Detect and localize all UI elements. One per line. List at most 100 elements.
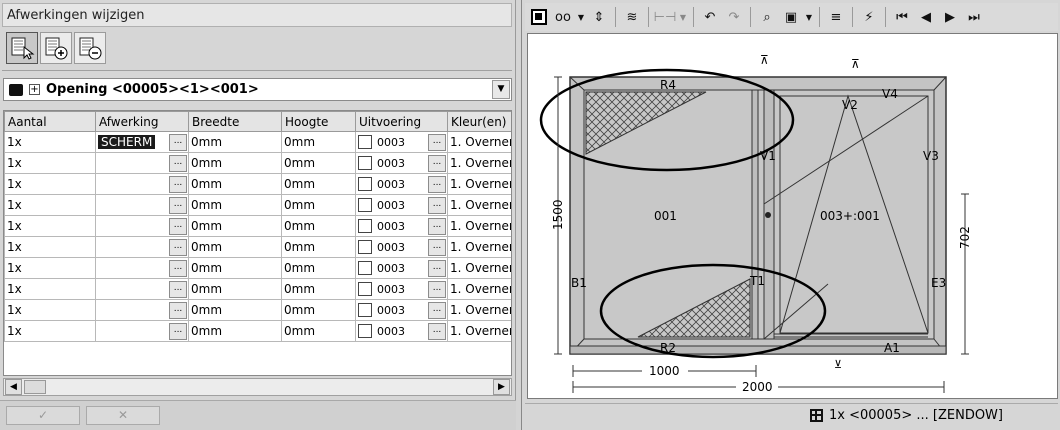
table-row[interactable]: 1x... 0mm 0mm 0003... 1. Overner	[4, 173, 511, 195]
cell-afwerking[interactable]: ...	[95, 299, 189, 321]
uitvoering-checkbox[interactable]	[358, 303, 372, 317]
table-row[interactable]: 1x... 0mm 0mm 0003... 1. Overner	[4, 257, 511, 279]
cell-aantal[interactable]: 1x	[4, 215, 96, 237]
afwerking-browse-button[interactable]: ...	[169, 154, 187, 172]
cell-uitvoering[interactable]: 0003...	[355, 320, 448, 342]
cell-aantal[interactable]: 1x	[4, 257, 96, 279]
cell-aantal[interactable]: 1x	[4, 152, 96, 174]
column-header-aantal[interactable]: Aantal	[4, 111, 96, 132]
cell-breedte[interactable]: 0mm	[188, 299, 282, 321]
last-button[interactable]: ⏭	[962, 6, 986, 28]
layers-button[interactable]: ≋	[620, 6, 644, 28]
cell-kleur[interactable]: 1. Overner	[447, 257, 511, 279]
cell-breedte[interactable]: 0mm	[188, 320, 282, 342]
uitvoering-checkbox[interactable]	[358, 324, 372, 338]
uitvoering-checkbox[interactable]	[358, 282, 372, 296]
column-header-breedte[interactable]: Breedte	[188, 111, 282, 132]
uitvoering-browse-button[interactable]: ...	[428, 280, 446, 298]
uitvoering-browse-button[interactable]: ...	[428, 133, 446, 151]
dropdown-arrow-icon[interactable]: ▼	[677, 6, 689, 28]
uitvoering-browse-button[interactable]: ...	[428, 175, 446, 193]
cell-kleur[interactable]: 1. Overner	[447, 173, 511, 195]
cell-hoogte[interactable]: 0mm	[281, 152, 356, 174]
cell-uitvoering[interactable]: 0003...	[355, 299, 448, 321]
uitvoering-checkbox[interactable]	[358, 198, 372, 212]
cell-afwerking[interactable]: ...	[95, 278, 189, 300]
cell-afwerking[interactable]: ...	[95, 257, 189, 279]
cell-breedte[interactable]: 0mm	[188, 194, 282, 216]
cell-uitvoering[interactable]: 0003...	[355, 215, 448, 237]
afwerking-browse-button[interactable]: ...	[169, 301, 187, 319]
cell-kleur[interactable]: 1. Overner	[447, 320, 511, 342]
column-header-afwerking[interactable]: Afwerking	[95, 111, 189, 132]
cell-breedte[interactable]: 0mm	[188, 173, 282, 195]
window-drawing-canvas[interactable]: ⊼ ⊼ ⊻ R4 V4 V1 V3 B1 E3 T1 R2 V2 A1 001 …	[527, 33, 1058, 399]
glasses-button[interactable]: oo	[551, 6, 575, 28]
cell-hoogte[interactable]: 0mm	[281, 131, 356, 153]
cell-afwerking[interactable]: ...	[95, 215, 189, 237]
table-row[interactable]: 1x... 0mm 0mm 0003... 1. Overner	[4, 278, 511, 300]
uitvoering-checkbox[interactable]	[358, 261, 372, 275]
cell-aantal[interactable]: 1x	[4, 131, 96, 153]
cell-breedte[interactable]: 0mm	[188, 131, 282, 153]
cell-uitvoering[interactable]: 0003...	[355, 131, 448, 153]
table-row[interactable]: 1x SCHERM... 0mm 0mm 0003... 1. Overner	[4, 131, 511, 153]
cell-afwerking[interactable]: ...	[95, 173, 189, 195]
next-button[interactable]: ▶	[938, 6, 962, 28]
undo-button[interactable]: ↶	[698, 6, 722, 28]
cell-uitvoering[interactable]: 0003...	[355, 194, 448, 216]
cell-hoogte[interactable]: 0mm	[281, 299, 356, 321]
cell-hoogte[interactable]: 0mm	[281, 236, 356, 258]
redo-button[interactable]: ↷	[722, 6, 746, 28]
align-button[interactable]: ≡	[824, 6, 848, 28]
first-button[interactable]: ⏮	[890, 6, 914, 28]
uitvoering-browse-button[interactable]: ...	[428, 154, 446, 172]
select-cursor-button[interactable]	[6, 32, 38, 64]
uitvoering-checkbox[interactable]	[358, 240, 372, 254]
uitvoering-checkbox[interactable]	[358, 177, 372, 191]
afwerking-browse-button[interactable]: ...	[169, 196, 187, 214]
cell-aantal[interactable]: 1x	[4, 194, 96, 216]
column-header-hoogte[interactable]: Hoogte	[281, 111, 356, 132]
table-row[interactable]: 1x... 0mm 0mm 0003... 1. Overner	[4, 299, 511, 321]
remove-finish-button[interactable]	[74, 32, 106, 64]
cell-aantal[interactable]: 1x	[4, 173, 96, 195]
afwerking-browse-button[interactable]: ...	[169, 217, 187, 235]
cell-aantal[interactable]: 1x	[4, 236, 96, 258]
cell-aantal[interactable]: 1x	[4, 320, 96, 342]
cell-breedte[interactable]: 0mm	[188, 152, 282, 174]
column-header-uitvoering[interactable]: Uitvoering	[355, 111, 448, 132]
dimension-button[interactable]: ⊢⊣	[653, 6, 677, 28]
afwerking-browse-button[interactable]: ...	[169, 175, 187, 193]
uitvoering-browse-button[interactable]: ...	[428, 238, 446, 256]
afwerking-browse-button[interactable]: ...	[169, 280, 187, 298]
edit-settings-button[interactable]: ⚡	[857, 6, 881, 28]
afwerking-browse-button[interactable]: ...	[169, 259, 187, 277]
table-row[interactable]: 1x... 0mm 0mm 0003... 1. Overner	[4, 236, 511, 258]
horizontal-scrollbar[interactable]: ◀ ▶	[3, 378, 512, 396]
uitvoering-browse-button[interactable]: ...	[428, 259, 446, 277]
cell-afwerking[interactable]: ...	[95, 236, 189, 258]
afwerking-browse-button[interactable]: ...	[169, 238, 187, 256]
cell-uitvoering[interactable]: 0003...	[355, 236, 448, 258]
uitvoering-checkbox[interactable]	[358, 219, 372, 233]
cell-afwerking[interactable]: SCHERM...	[95, 131, 189, 153]
previous-button[interactable]: ◀	[914, 6, 938, 28]
uitvoering-checkbox[interactable]	[358, 156, 372, 170]
opening-selector[interactable]: + Opening <00005><1><001> ▼	[3, 78, 512, 101]
cell-hoogte[interactable]: 0mm	[281, 278, 356, 300]
uitvoering-browse-button[interactable]: ...	[428, 196, 446, 214]
uitvoering-browse-button[interactable]: ...	[428, 217, 446, 235]
confirm-button[interactable]: ✓	[6, 406, 80, 425]
cell-kleur[interactable]: 1. Overner	[447, 194, 511, 216]
uitvoering-checkbox[interactable]	[358, 135, 372, 149]
afwerking-browse-button[interactable]: ...	[169, 322, 187, 340]
uitvoering-browse-button[interactable]: ...	[428, 301, 446, 319]
expand-icon[interactable]: +	[29, 84, 40, 95]
cell-breedte[interactable]: 0mm	[188, 236, 282, 258]
cancel-button[interactable]: ✕	[86, 406, 160, 425]
cell-hoogte[interactable]: 0mm	[281, 173, 356, 195]
cell-hoogte[interactable]: 0mm	[281, 215, 356, 237]
add-finish-button[interactable]	[40, 32, 72, 64]
cell-afwerking[interactable]: ...	[95, 194, 189, 216]
